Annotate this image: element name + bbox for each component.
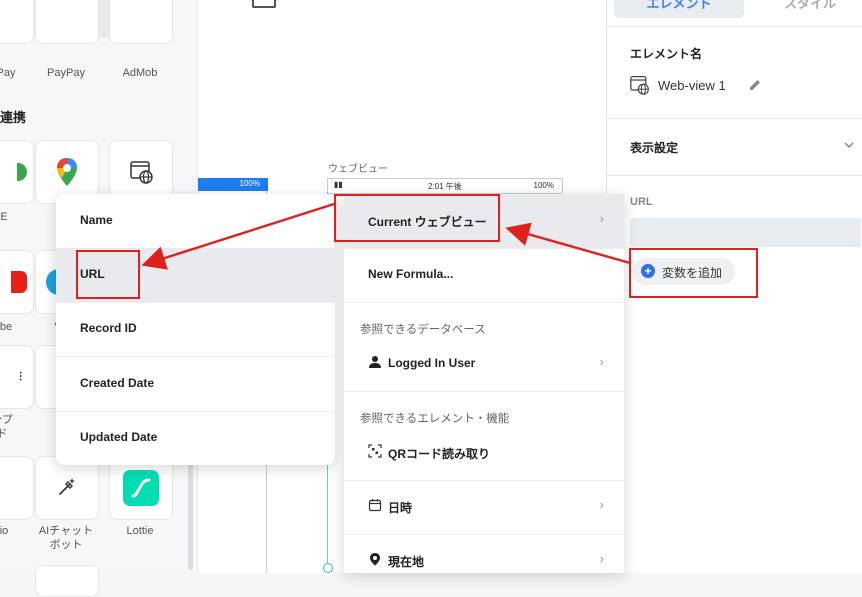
arrow-to-url: [141, 202, 335, 270]
annotation-arrows: [141, 202, 631, 270]
arrow-to-current-webview: [505, 222, 631, 265]
